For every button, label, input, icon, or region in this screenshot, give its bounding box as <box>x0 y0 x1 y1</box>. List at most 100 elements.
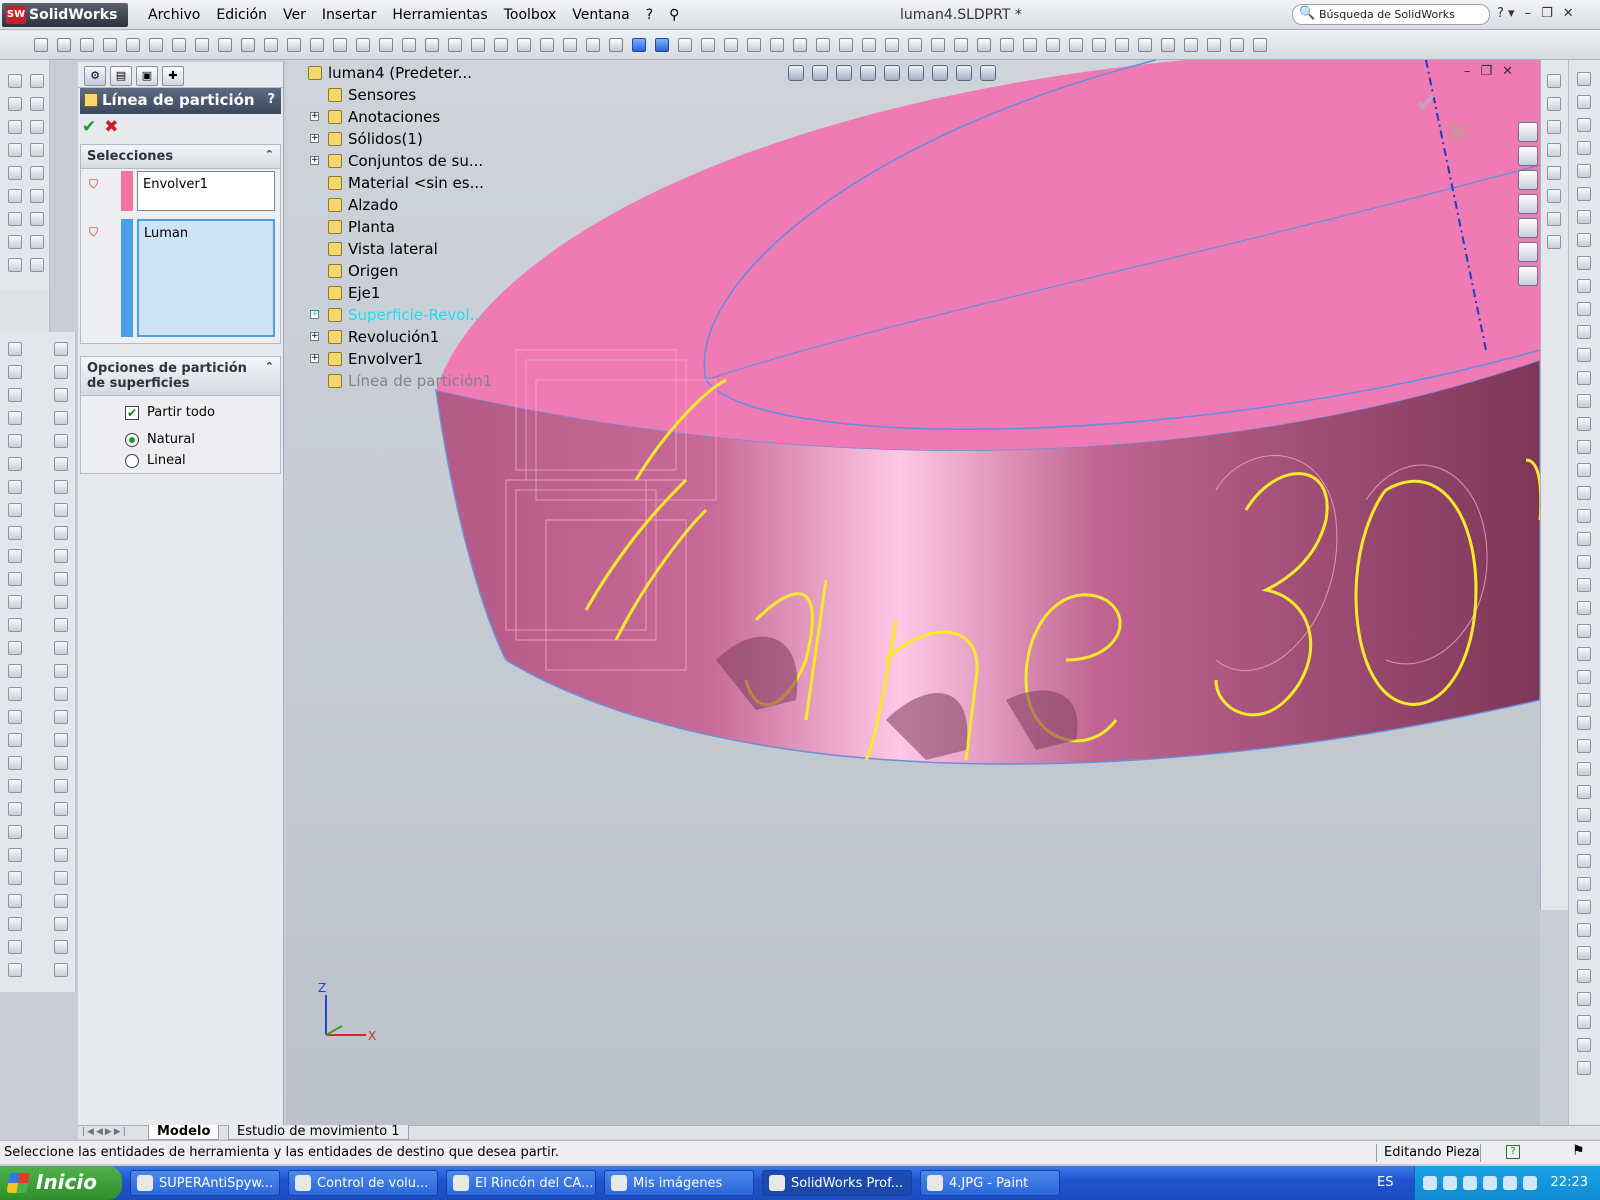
toolbar-command-icon[interactable] <box>931 38 945 52</box>
command-icon[interactable] <box>8 848 22 862</box>
command-icon[interactable] <box>54 434 68 448</box>
command-icon[interactable] <box>8 549 22 563</box>
command-icon[interactable] <box>54 572 68 586</box>
tree-root[interactable]: luman4 (Predeter... <box>296 62 496 84</box>
toolbar-command-icon[interactable] <box>793 38 807 52</box>
command-icon[interactable] <box>54 733 68 747</box>
ok-button[interactable]: ✔ <box>82 117 96 140</box>
tree-item-axis1[interactable]: Eje1 <box>296 282 496 304</box>
help-icon[interactable]: ? <box>267 92 275 107</box>
tray-app-icon[interactable] <box>1463 1176 1477 1190</box>
command-icon[interactable] <box>8 917 22 931</box>
toolbar-command-icon[interactable] <box>1115 38 1129 52</box>
command-icon[interactable] <box>1577 555 1591 569</box>
command-icon[interactable] <box>54 595 68 609</box>
toolbar-command-icon[interactable] <box>126 38 140 52</box>
command-icon[interactable] <box>54 503 68 517</box>
command-icon[interactable] <box>1577 118 1591 132</box>
command-icon[interactable] <box>1577 946 1591 960</box>
command-icon[interactable] <box>1577 992 1591 1006</box>
restore-icon[interactable]: ❐ <box>1541 6 1553 21</box>
command-icon[interactable] <box>8 166 22 180</box>
toolbar-command-icon[interactable] <box>264 38 278 52</box>
expand-icon[interactable]: + <box>310 156 319 165</box>
search-results-icon[interactable] <box>1518 194 1538 214</box>
quick-tips-icon[interactable]: ? <box>1506 1145 1520 1159</box>
command-icon[interactable] <box>1577 371 1591 385</box>
command-icon[interactable] <box>30 120 44 134</box>
command-icon[interactable] <box>1577 716 1591 730</box>
taskbar-button-volume-control[interactable]: Control de volu... <box>288 1170 438 1196</box>
command-icon[interactable] <box>54 664 68 678</box>
tree-item-wrap1[interactable]: + Envolver1 <box>296 348 496 370</box>
toolbar-command-icon[interactable] <box>517 38 531 52</box>
view-orientation-icon[interactable] <box>884 65 900 81</box>
command-icon[interactable] <box>54 825 68 839</box>
expand-icon[interactable]: + <box>310 112 319 121</box>
toolbar-command-icon[interactable] <box>218 38 232 52</box>
command-icon[interactable] <box>30 97 44 111</box>
command-icon[interactable] <box>1577 164 1591 178</box>
tree-item-origin[interactable]: Origen <box>296 260 496 282</box>
command-icon[interactable] <box>54 848 68 862</box>
tree-item-sensors[interactable]: Sensores <box>296 84 496 106</box>
toolbar-command-icon[interactable] <box>609 38 623 52</box>
minimize-icon[interactable]: – <box>1525 6 1532 21</box>
tree-item-material[interactable]: Material <sin es... <box>296 172 496 194</box>
toolbar-command-icon[interactable] <box>1184 38 1198 52</box>
toolbar-command-icon[interactable] <box>1253 38 1267 52</box>
tray-arrow-icon[interactable] <box>1423 1176 1437 1190</box>
command-icon[interactable] <box>1577 854 1591 868</box>
command-icon[interactable] <box>1547 97 1561 111</box>
tool-entity-listbox[interactable]: Envolver1 <box>137 171 275 211</box>
command-icon[interactable] <box>1577 670 1591 684</box>
command-icon[interactable] <box>1577 187 1591 201</box>
apply-scene-icon[interactable] <box>980 65 996 81</box>
solidworks-logo[interactable]: SW SolidWorks <box>2 3 128 27</box>
tray-network-icon[interactable] <box>1483 1176 1497 1190</box>
command-icon[interactable] <box>8 825 22 839</box>
toolbar-command-icon[interactable] <box>586 38 600 52</box>
view-palette-icon[interactable] <box>1518 218 1538 238</box>
command-icon[interactable] <box>8 143 22 157</box>
command-icon[interactable] <box>30 258 44 272</box>
toolbar-command-icon[interactable] <box>402 38 416 52</box>
toolbar-command-icon[interactable] <box>1207 38 1221 52</box>
command-icon[interactable] <box>8 480 22 494</box>
command-icon[interactable] <box>54 756 68 770</box>
toolbar-command-icon[interactable] <box>1069 38 1083 52</box>
menu-herramientas[interactable]: Herramientas <box>384 7 495 23</box>
command-icon[interactable] <box>1577 601 1591 615</box>
command-icon[interactable] <box>54 940 68 954</box>
confirmation-corner-ok-icon[interactable]: ✔ <box>1416 89 1438 119</box>
command-icon[interactable] <box>1547 120 1561 134</box>
toolbar-command-icon[interactable] <box>1046 38 1060 52</box>
command-icon[interactable] <box>8 97 22 111</box>
command-icon[interactable] <box>1577 647 1591 661</box>
command-icon[interactable] <box>8 779 22 793</box>
command-icon[interactable] <box>8 894 22 908</box>
natural-radio[interactable] <box>125 433 139 447</box>
command-icon[interactable] <box>8 572 22 586</box>
command-icon[interactable] <box>1577 440 1591 454</box>
command-icon[interactable] <box>54 917 68 931</box>
taskbar-button-solidworks[interactable]: SolidWorks Prof... <box>762 1170 912 1196</box>
command-icon[interactable] <box>1577 210 1591 224</box>
expand-icon[interactable]: + <box>310 134 319 143</box>
toolbar-command-icon[interactable] <box>425 38 439 52</box>
toolbar-command-icon[interactable] <box>34 38 48 52</box>
configuration-manager-tab-icon[interactable]: ▣ <box>136 66 158 86</box>
command-icon[interactable] <box>8 342 22 356</box>
toolbar-command-icon[interactable] <box>172 38 186 52</box>
command-icon[interactable] <box>54 457 68 471</box>
pin-icon[interactable]: ⚲ <box>661 7 687 23</box>
command-icon[interactable] <box>1577 877 1591 891</box>
viewport-restore-icon[interactable]: ❐ <box>1481 64 1493 79</box>
toolbar-command-icon[interactable] <box>632 38 646 52</box>
toolbar-command-icon[interactable] <box>655 38 669 52</box>
command-icon[interactable] <box>54 618 68 632</box>
command-icon[interactable] <box>8 365 22 379</box>
collapse-icon[interactable]: ⌃ <box>265 360 274 373</box>
command-icon[interactable] <box>1577 1038 1591 1052</box>
command-icon[interactable] <box>8 940 22 954</box>
